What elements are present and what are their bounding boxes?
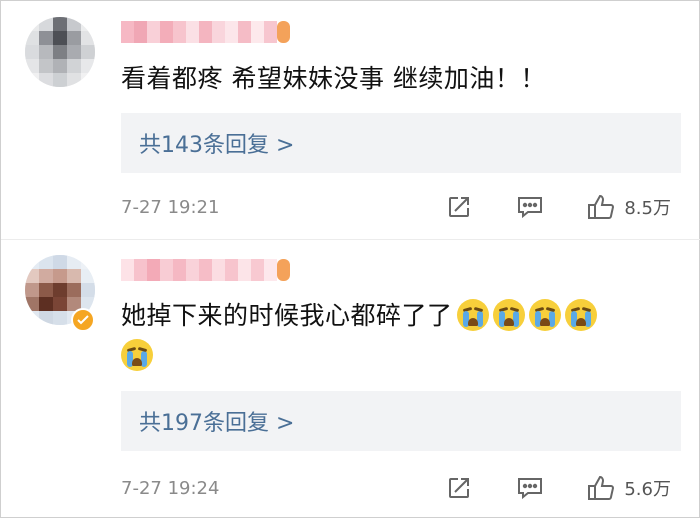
crying-face-emoji	[121, 339, 153, 371]
username[interactable]	[121, 17, 290, 47]
view-replies-link[interactable]: 共143条回复 >	[121, 113, 681, 173]
share-icon	[449, 478, 470, 498]
thumbs-up-icon	[588, 194, 615, 219]
comment-meta: 7-27 19:21 8.5万	[121, 192, 681, 222]
like-button[interactable]: 5.6万	[586, 474, 671, 502]
username[interactable]	[121, 255, 290, 285]
username-blurred	[121, 21, 290, 43]
comment-actions: 5.6万	[446, 473, 671, 503]
share-icon	[449, 197, 470, 217]
replies-label: 共197条回复 >	[139, 411, 295, 436]
like-button[interactable]: 8.5万	[586, 193, 671, 221]
comment-text: 看着都疼 希望妹妹没事 继续加油！！	[121, 64, 546, 93]
comment-icon	[518, 478, 543, 500]
crying-face-emoji	[528, 299, 561, 331]
avatar[interactable]	[25, 17, 95, 87]
crying-face-emoji	[564, 299, 597, 331]
like-count: 8.5万	[624, 198, 671, 219]
comment-meta: 7-27 19:24 5.6万	[121, 473, 681, 503]
comment-item: 她掉下来的时候我心都碎了了 共197条回复 > 7-27 19:24 5.6万	[1, 239, 700, 519]
share-button[interactable]	[446, 194, 472, 220]
comment-text: 她掉下来的时候我心都碎了了	[121, 296, 681, 376]
reply-button[interactable]	[516, 475, 544, 501]
crying-face-emoji	[492, 299, 525, 331]
replies-label: 共143条回复 >	[139, 133, 295, 158]
comment-list: 看着都疼 希望妹妹没事 继续加油！！ 共143条回复 > 7-27 19:21	[0, 0, 700, 518]
comment-actions: 8.5万	[446, 192, 671, 222]
username-blurred	[121, 259, 290, 281]
crying-face-emoji	[456, 299, 489, 331]
thumbs-up-icon	[588, 475, 615, 500]
timestamp: 7-27 19:21	[121, 196, 220, 218]
verified-badge-icon	[71, 308, 95, 332]
avatar-image	[25, 17, 95, 87]
share-button[interactable]	[446, 475, 472, 501]
comment-item: 看着都疼 希望妹妹没事 继续加油！！ 共143条回复 > 7-27 19:21	[1, 1, 700, 239]
comment-icon	[518, 197, 543, 219]
view-replies-link[interactable]: 共197条回复 >	[121, 391, 681, 451]
like-count: 5.6万	[624, 479, 671, 500]
comment-text-body: 她掉下来的时候我心都碎了了	[121, 301, 453, 330]
timestamp: 7-27 19:24	[121, 477, 220, 499]
reply-button[interactable]	[516, 194, 544, 220]
